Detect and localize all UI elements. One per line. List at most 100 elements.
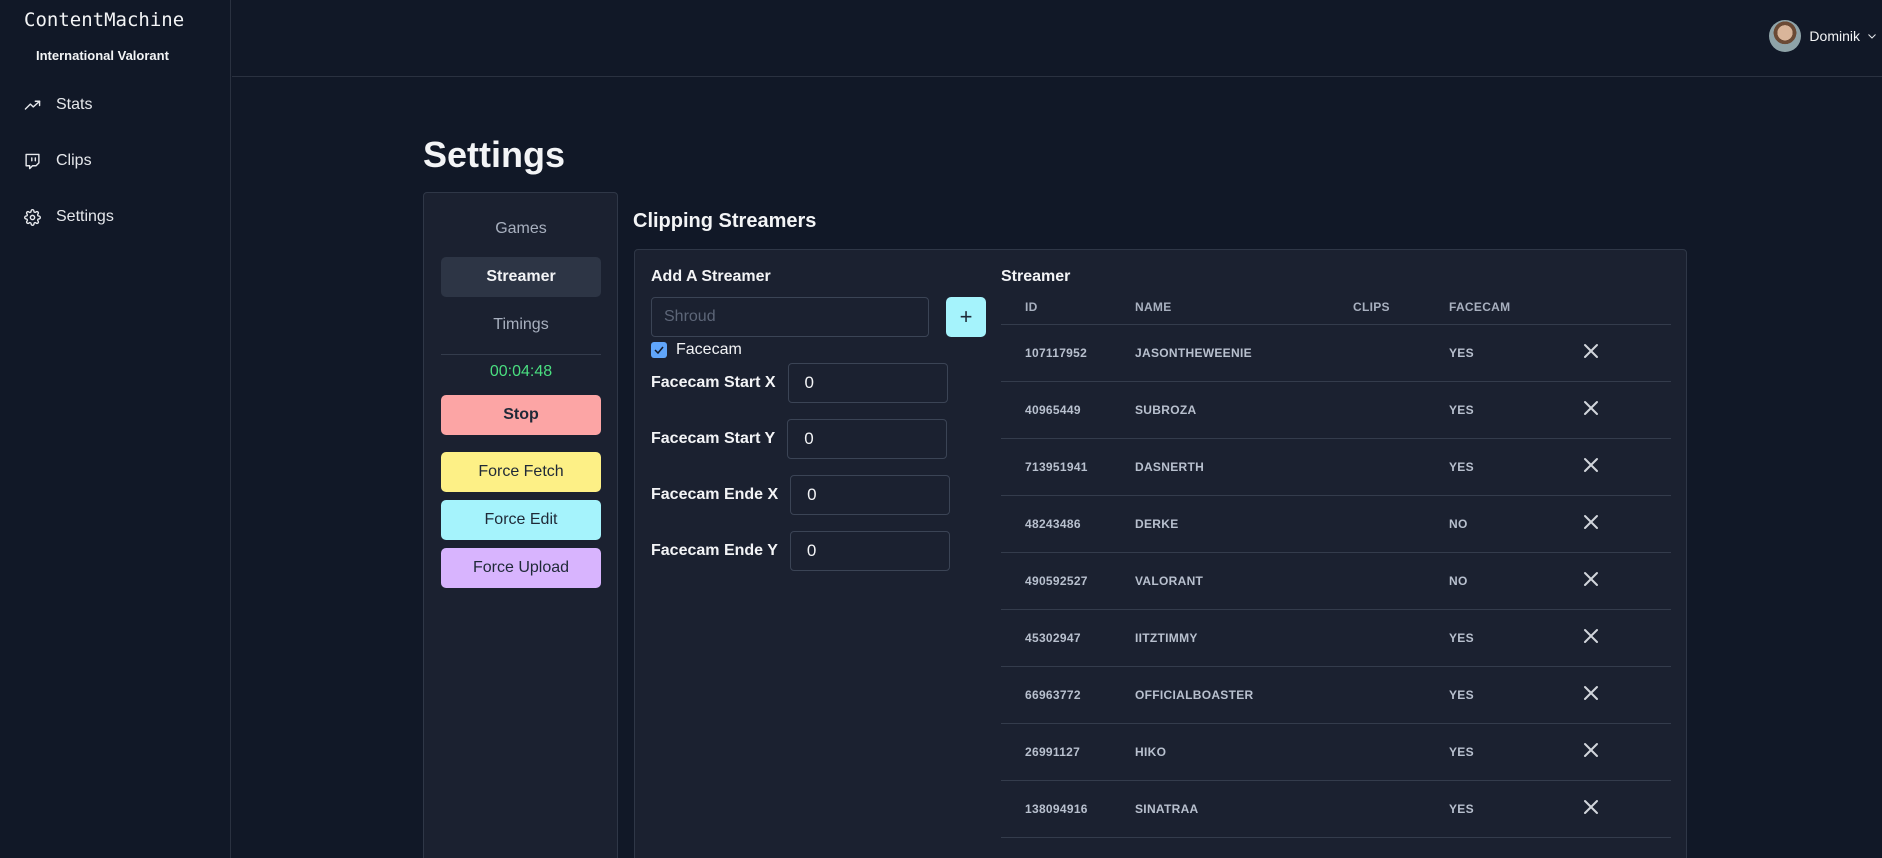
table-row: 48243486 DERKE NO bbox=[1001, 495, 1671, 553]
tab-streamer[interactable]: Streamer bbox=[441, 257, 601, 297]
sidebar-item-clips[interactable]: Clips bbox=[24, 148, 92, 174]
streamer-id: 138094916 bbox=[1001, 780, 1135, 838]
streamer-id: 45302947 bbox=[1001, 609, 1135, 667]
sidebar-item-label: Stats bbox=[56, 96, 93, 113]
sidebar-item-label: Settings bbox=[56, 208, 114, 225]
facecam-end-x-label: Facecam Ende X bbox=[651, 486, 779, 503]
close-icon bbox=[1584, 572, 1598, 586]
table-row: 107117952 JASONTHEWEENIE YES bbox=[1001, 324, 1671, 382]
check-icon bbox=[654, 346, 664, 355]
facecam-start-x-input[interactable] bbox=[787, 363, 948, 403]
facecam-end-x-input[interactable] bbox=[790, 475, 951, 515]
stop-button[interactable]: Stop bbox=[441, 395, 601, 435]
facecam-start-y-row: Facecam Start Y bbox=[651, 419, 948, 459]
delete-streamer-button[interactable] bbox=[1583, 457, 1599, 473]
table-row: 713951941 DASNERTH YES bbox=[1001, 438, 1671, 496]
delete-streamer-button[interactable] bbox=[1583, 514, 1599, 530]
streamer-facecam: NO bbox=[1449, 552, 1583, 610]
close-icon bbox=[1584, 686, 1598, 700]
streamer-name: SUBROZA bbox=[1135, 381, 1353, 439]
delete-streamer-button[interactable] bbox=[1583, 400, 1599, 416]
streamer-clips bbox=[1353, 780, 1449, 838]
streamer-clips bbox=[1353, 666, 1449, 724]
add-streamer-button[interactable]: + bbox=[946, 297, 986, 337]
facecam-end-y-label: Facecam Ende Y bbox=[651, 542, 778, 559]
row-actions bbox=[1583, 438, 1671, 496]
close-icon bbox=[1584, 401, 1598, 415]
workspace-name: International Valorant bbox=[36, 48, 169, 63]
user-name: Dominik bbox=[1809, 28, 1860, 44]
streamer-name-input[interactable] bbox=[651, 297, 929, 337]
sidebar-item-stats[interactable]: Stats bbox=[24, 92, 92, 118]
streamer-id: 48243486 bbox=[1001, 495, 1135, 553]
table-row: 45302947 IITZTIMMY YES bbox=[1001, 609, 1671, 667]
column-header-actions bbox=[1583, 290, 1671, 325]
streamer-facecam: NO bbox=[1449, 495, 1583, 553]
settings-menu: Games Streamer Timings 00:04:48 Stop For… bbox=[423, 192, 618, 858]
facecam-label: Facecam bbox=[676, 341, 742, 358]
streamer-name: DERKE bbox=[1135, 495, 1353, 553]
facecam-end-x-row: Facecam Ende X bbox=[651, 475, 951, 515]
streamer-clips bbox=[1353, 495, 1449, 553]
streamer-table: ID NAME CLIPS FACECAM 107117952 JASONTHE… bbox=[1001, 290, 1671, 838]
divider bbox=[441, 354, 601, 355]
column-header-clips: CLIPS bbox=[1353, 290, 1449, 325]
delete-streamer-button[interactable] bbox=[1583, 742, 1599, 758]
streamer-clips bbox=[1353, 609, 1449, 667]
force-edit-button[interactable]: Force Edit bbox=[441, 500, 601, 540]
streamer-name: SINATRAA bbox=[1135, 780, 1353, 838]
facecam-checkbox-row: Facecam bbox=[651, 341, 742, 359]
row-actions bbox=[1583, 609, 1671, 667]
sidebar: ContentMachine International Valorant St… bbox=[0, 0, 231, 858]
streamer-id: 26991127 bbox=[1001, 723, 1135, 781]
facecam-start-y-label: Facecam Start Y bbox=[651, 430, 776, 447]
close-icon bbox=[1584, 743, 1598, 757]
streamer-id: 40965449 bbox=[1001, 381, 1135, 439]
table-row: 138094916 SINATRAA YES bbox=[1001, 780, 1671, 838]
facecam-end-y-input[interactable] bbox=[789, 531, 950, 571]
twitch-icon bbox=[25, 153, 40, 169]
facecam-start-x-row: Facecam Start X bbox=[651, 363, 948, 403]
sidebar-item-settings[interactable]: Settings bbox=[24, 204, 114, 230]
run-timer: 00:04:48 bbox=[489, 363, 553, 380]
facecam-start-x-label: Facecam Start X bbox=[651, 374, 776, 391]
tab-timings[interactable]: Timings bbox=[441, 305, 601, 345]
gear-icon bbox=[24, 208, 41, 226]
row-actions bbox=[1583, 552, 1671, 610]
delete-streamer-button[interactable] bbox=[1583, 799, 1599, 815]
plus-icon: + bbox=[959, 304, 973, 329]
streamer-clips bbox=[1353, 438, 1449, 496]
streamer-id: 66963772 bbox=[1001, 666, 1135, 724]
delete-streamer-button[interactable] bbox=[1583, 571, 1599, 587]
close-icon bbox=[1584, 458, 1598, 472]
streamer-facecam: YES bbox=[1449, 324, 1583, 382]
streamer-name: VALORANT bbox=[1135, 552, 1353, 610]
delete-streamer-button[interactable] bbox=[1583, 343, 1599, 359]
force-fetch-button[interactable]: Force Fetch bbox=[441, 452, 601, 492]
delete-streamer-button[interactable] bbox=[1583, 685, 1599, 701]
app-brand[interactable]: ContentMachine bbox=[24, 9, 184, 31]
streamer-name: DASNERTH bbox=[1135, 438, 1353, 496]
row-actions bbox=[1583, 381, 1671, 439]
topbar: Dominik bbox=[232, 0, 1882, 77]
streamer-facecam: YES bbox=[1449, 381, 1583, 439]
chevron-down-icon bbox=[1868, 34, 1876, 39]
facecam-start-y-input[interactable] bbox=[787, 419, 948, 459]
force-upload-button[interactable]: Force Upload bbox=[441, 548, 601, 588]
column-header-facecam: FACECAM bbox=[1449, 290, 1583, 325]
user-menu[interactable]: Dominik bbox=[1769, 20, 1878, 52]
facecam-checkbox[interactable] bbox=[651, 342, 667, 358]
close-icon bbox=[1584, 800, 1598, 814]
delete-streamer-button[interactable] bbox=[1583, 628, 1599, 644]
streamer-clips bbox=[1353, 381, 1449, 439]
streamer-facecam: YES bbox=[1449, 723, 1583, 781]
section-title: Clipping Streamers bbox=[633, 210, 817, 232]
streamer-name: HIKO bbox=[1135, 723, 1353, 781]
tab-games[interactable]: Games bbox=[441, 209, 601, 249]
add-streamer-heading: Add A Streamer bbox=[651, 268, 771, 285]
streamer-id: 107117952 bbox=[1001, 324, 1135, 382]
table-header-row: ID NAME CLIPS FACECAM bbox=[1001, 290, 1671, 325]
row-actions bbox=[1583, 324, 1671, 382]
streamer-name: IITZTIMMY bbox=[1135, 609, 1353, 667]
table-row: 490592527 VALORANT NO bbox=[1001, 552, 1671, 610]
